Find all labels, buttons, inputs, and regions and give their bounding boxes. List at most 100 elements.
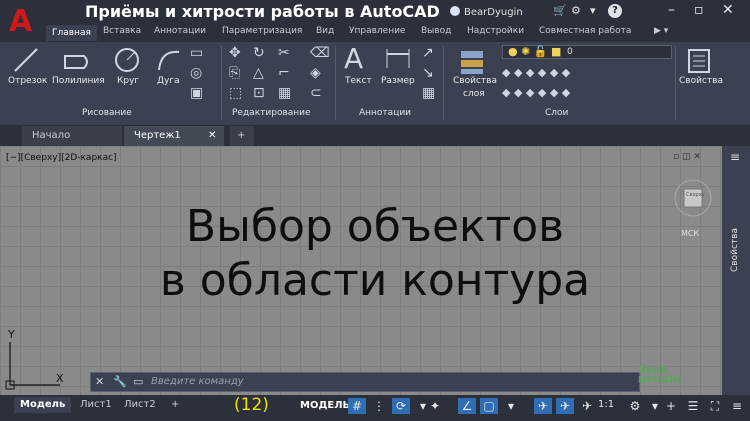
dynamic-input-icon[interactable]: ⟳: [392, 398, 410, 414]
annotation-monitor-icon[interactable]: +: [662, 398, 680, 414]
table-icon[interactable]: ▦: [422, 85, 435, 101]
command-settings-icon[interactable]: 🔧: [113, 375, 127, 388]
mirror-icon[interactable]: △: [253, 65, 264, 81]
tab-drawing1-label: Чертеж1: [134, 130, 181, 141]
draw-panel-title[interactable]: Рисование: [82, 108, 132, 118]
fullscreen-icon[interactable]: ⛶: [706, 398, 724, 414]
viewport-window-controls-icon[interactable]: ▫ ◫ ✕: [673, 152, 701, 162]
annotation-scale-icon[interactable]: ✈: [578, 398, 596, 414]
tab-annotate[interactable]: Аннотации: [154, 26, 206, 36]
menu-icon[interactable]: ≡: [730, 150, 740, 164]
tab-sheet2[interactable]: Лист2: [118, 397, 162, 413]
tab-start[interactable]: Начало: [22, 126, 122, 146]
tab-collaborate[interactable]: Совместная работа: [539, 26, 631, 36]
tab-home[interactable]: Главная: [46, 25, 97, 41]
maximize-button[interactable]: ▫: [694, 2, 704, 18]
text-tool[interactable]: Текст: [345, 76, 372, 86]
osnap-tracking-icon[interactable]: ▾: [502, 398, 520, 414]
circle-icon: [115, 48, 139, 72]
watermark-line-2: DYUGIN: [638, 375, 682, 386]
rectangle-icon[interactable]: ▭: [190, 45, 203, 61]
erase-icon[interactable]: ⌫: [310, 45, 330, 61]
customize-menu-icon[interactable]: ≡: [728, 398, 746, 414]
model-space-button[interactable]: МОДЕЛЬ: [300, 400, 350, 411]
tab-sheet1[interactable]: Лист1: [74, 397, 118, 413]
annotation-autoscale-icon[interactable]: ✈: [556, 398, 574, 414]
trim-icon[interactable]: ✂: [278, 45, 290, 61]
tab-more-icon[interactable]: ▶ ▾: [654, 26, 668, 36]
circle-tool[interactable]: Круг: [117, 76, 139, 86]
properties-tool[interactable]: Свойства: [679, 76, 723, 86]
rotate-icon[interactable]: ↻: [253, 45, 265, 61]
bear-dyugin-watermark: BEAR DYUGIN: [638, 366, 681, 386]
ucs-label[interactable]: МСК: [681, 229, 699, 238]
layer-properties-label[interactable]: Свойства: [453, 76, 497, 86]
annotation-panel-title[interactable]: Аннотации: [359, 108, 411, 118]
dropdown-icon[interactable]: ▾: [590, 4, 596, 17]
tab-output[interactable]: Вывод: [421, 26, 451, 36]
copy-icon[interactable]: ⎘: [229, 65, 240, 81]
help-icon[interactable]: ?: [608, 4, 622, 18]
add-layout-button[interactable]: +: [165, 397, 185, 413]
new-tab-button[interactable]: +: [230, 126, 254, 146]
command-history-icon[interactable]: ▭: [133, 375, 143, 388]
tab-view[interactable]: Вид: [316, 26, 334, 36]
layers-panel-title[interactable]: Слои: [545, 108, 568, 118]
fillet-icon[interactable]: ⌐: [278, 65, 290, 81]
annotation-visibility-icon[interactable]: ✈: [534, 398, 552, 414]
layer-properties-icon: [461, 51, 483, 74]
tab-addins[interactable]: Надстройки: [467, 26, 524, 36]
layer-tools-row-2-icon[interactable]: ◆ ◆ ◆ ◆ ◆ ◆: [502, 86, 570, 99]
explode-icon[interactable]: ◈: [310, 65, 321, 81]
grid-display-icon[interactable]: #: [348, 398, 366, 414]
dimension-icon: [386, 49, 410, 68]
snap-mode-icon[interactable]: ⋮: [370, 398, 388, 414]
tab-drawing1[interactable]: Чертеж1 ✕: [124, 126, 224, 146]
dimension-tool[interactable]: Размер: [381, 76, 415, 86]
ribbon-tab-bar: Главная Вставка Аннотации Параметризация…: [46, 24, 750, 42]
leader-icon[interactable]: ↗: [422, 45, 434, 61]
array-icon[interactable]: ▦: [278, 85, 291, 101]
minimize-button[interactable]: –: [668, 2, 675, 18]
panel-divider: [335, 46, 336, 120]
annotation-scale-value[interactable]: 1:1: [598, 399, 614, 410]
modify-panel-title[interactable]: Редактирование: [232, 108, 311, 118]
polar-tracking-icon[interactable]: ✦: [426, 398, 444, 414]
viewport-controls[interactable]: [−][Сверху][2D-каркас]: [6, 153, 117, 163]
tab-manage[interactable]: Управление: [349, 26, 405, 36]
polyline-tool[interactable]: Полилиния: [52, 76, 105, 86]
region-icon[interactable]: ▣: [190, 85, 203, 101]
cart-icon[interactable]: 🛒: [553, 4, 567, 17]
isometric-icon[interactable]: ▢: [480, 398, 498, 414]
tab-parametric[interactable]: Параметризация: [222, 26, 302, 36]
stretch-icon[interactable]: ⬚: [229, 85, 242, 101]
axis-y-label: Y: [8, 328, 15, 341]
multileader-icon[interactable]: ↘: [422, 65, 434, 81]
layer-properties-label-2[interactable]: слоя: [463, 89, 485, 99]
tab-insert[interactable]: Вставка: [103, 26, 141, 36]
panel-divider: [221, 46, 222, 120]
line-icon: [14, 48, 38, 72]
command-line[interactable]: ✕ 🔧 ▭ Введите команду: [90, 372, 640, 392]
viewcube[interactable]: [670, 175, 716, 235]
object-snap-icon[interactable]: ∠: [458, 398, 476, 414]
connect-icon[interactable]: ⚙: [571, 4, 581, 17]
hatch-icon[interactable]: ◎: [190, 65, 202, 81]
arc-tool[interactable]: Дуга: [157, 76, 180, 86]
application-menu-button[interactable]: A: [0, 0, 46, 42]
polyline-icon: [64, 55, 88, 69]
command-close-icon[interactable]: ✕: [95, 375, 104, 388]
scale-icon[interactable]: ⊡: [253, 85, 265, 101]
line-tool[interactable]: Отрезок: [8, 76, 47, 86]
isolate-objects-icon[interactable]: ☰: [684, 398, 702, 414]
tab-model[interactable]: Модель: [14, 397, 72, 413]
layer-tools-row-1-icon[interactable]: ◆ ◆ ◆ ◆ ◆ ◆: [502, 66, 570, 79]
command-input[interactable]: Введите команду: [151, 376, 244, 387]
close-tab-icon[interactable]: ✕: [208, 126, 216, 146]
move-icon[interactable]: ✥: [229, 45, 241, 61]
user-account[interactable]: BearDyugin: [450, 6, 523, 18]
offset-icon[interactable]: ⊂: [310, 85, 322, 101]
close-button[interactable]: ✕: [722, 2, 734, 18]
workspace-gear-icon[interactable]: ⚙: [626, 398, 644, 414]
properties-side-label[interactable]: Свойства: [730, 228, 740, 272]
